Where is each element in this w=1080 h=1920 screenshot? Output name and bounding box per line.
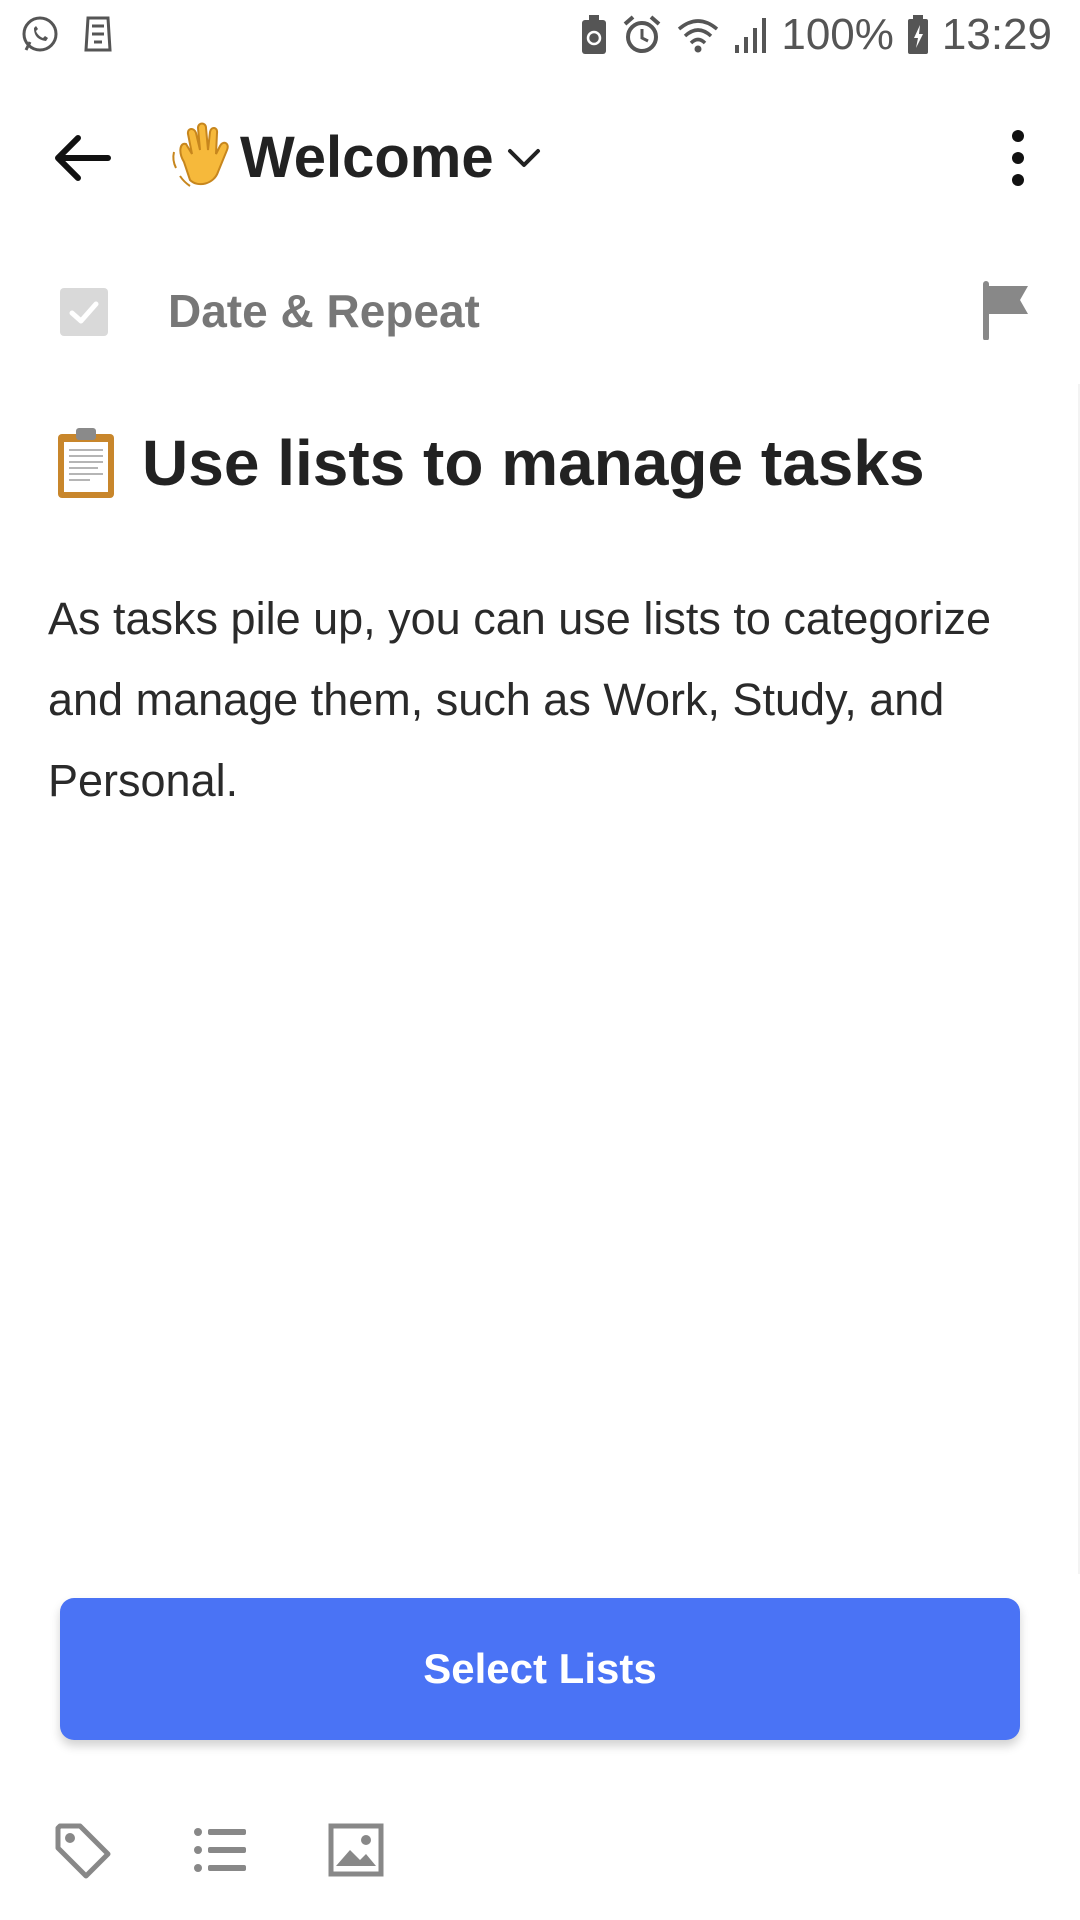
- top-toolbar: Welcome: [0, 100, 1080, 216]
- back-arrow-icon[interactable]: [50, 126, 114, 190]
- whatsapp-icon: [22, 16, 58, 52]
- status-right: 100% 13:29: [579, 10, 1052, 60]
- select-lists-button[interactable]: Select Lists: [60, 1598, 1020, 1740]
- alarm-icon: [624, 15, 661, 53]
- page-title: Welcome: [240, 124, 494, 190]
- task-title[interactable]: Use lists to manage tasks: [142, 426, 925, 500]
- date-repeat-button[interactable]: Date & Repeat: [168, 284, 480, 338]
- status-left: [20, 14, 114, 54]
- bottom-toolbar: [0, 1810, 1080, 1890]
- clipboard-icon: [58, 428, 114, 498]
- flag-icon[interactable]: [980, 280, 1032, 340]
- signal-icon: [735, 18, 767, 53]
- list-icon[interactable]: [190, 1820, 250, 1880]
- check-icon: [69, 301, 99, 324]
- battery-percent: 100%: [781, 10, 894, 59]
- battery-saver-icon: [582, 15, 607, 54]
- battery-charging-icon: [907, 15, 928, 54]
- list-selector[interactable]: Welcome: [170, 122, 542, 192]
- wifi-icon: [678, 19, 719, 53]
- chevron-down-icon: [507, 149, 540, 167]
- task-title-row: Use lists to manage tasks: [54, 426, 925, 500]
- task-meta-row: Date & Repeat: [0, 268, 1080, 358]
- image-icon[interactable]: [326, 1820, 386, 1880]
- clock: 13:29: [941, 10, 1052, 59]
- task-description[interactable]: As tasks pile up, you can use lists to c…: [48, 578, 1008, 821]
- status-bar: 100% 13:29: [0, 0, 1080, 76]
- waving-hand-icon: [172, 122, 229, 187]
- more-vert-icon[interactable]: [996, 126, 1040, 190]
- app-icon: [84, 16, 112, 52]
- tag-icon[interactable]: [52, 1820, 112, 1880]
- task-checkbox[interactable]: [60, 288, 108, 336]
